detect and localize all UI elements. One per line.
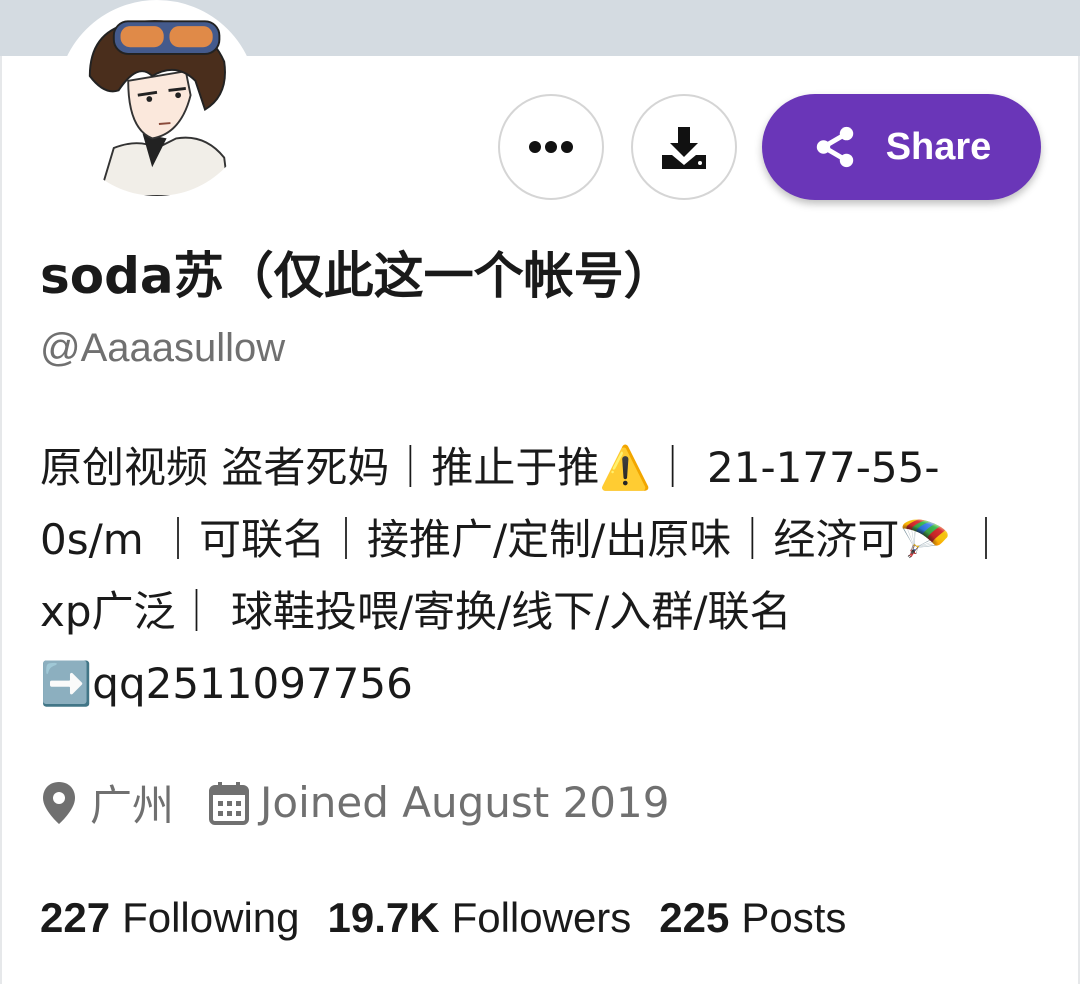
calendar-icon <box>209 781 250 825</box>
more-options-button[interactable] <box>498 94 604 200</box>
joined-item: Joined August 2019 <box>208 778 669 827</box>
more-horizontal-icon <box>529 141 573 153</box>
followers-count: 19.7K <box>327 894 440 941</box>
posts-count: 225 <box>659 894 730 941</box>
location-pin-icon <box>43 781 75 824</box>
joined-date: Joined August 2019 <box>260 778 670 827</box>
profile-stats: 227 Following 19.7K Followers 225 Posts <box>40 894 846 942</box>
following-label: Following <box>122 894 300 941</box>
avatar-illustration <box>61 4 253 196</box>
display-name: soda苏（仅此这一个帐号） <box>40 247 674 305</box>
followers-stat[interactable]: 19.7K Followers <box>328 894 632 942</box>
posts-stat[interactable]: 225 Posts <box>659 894 846 942</box>
share-label: Share <box>885 125 992 168</box>
following-count: 227 <box>40 894 111 941</box>
followers-label: Followers <box>451 894 632 941</box>
location-text: 广州 <box>90 781 175 830</box>
share-icon <box>816 126 853 168</box>
profile-meta: 广州 Joined August 2019 <box>38 772 703 833</box>
following-stat[interactable]: 227 Following <box>40 894 300 942</box>
avatar[interactable] <box>57 0 257 200</box>
download-button[interactable] <box>631 94 737 200</box>
user-handle: @Aaaasullow <box>40 326 286 370</box>
share-button[interactable]: Share <box>762 94 1041 200</box>
location-item: 广州 <box>38 772 174 833</box>
profile-bio: 原创视频 盗者死妈｜推止于推⚠️｜ 21-177-55-0s/m ｜可联名｜接推… <box>40 443 1007 708</box>
download-icon <box>662 127 706 169</box>
posts-label: Posts <box>741 894 847 941</box>
